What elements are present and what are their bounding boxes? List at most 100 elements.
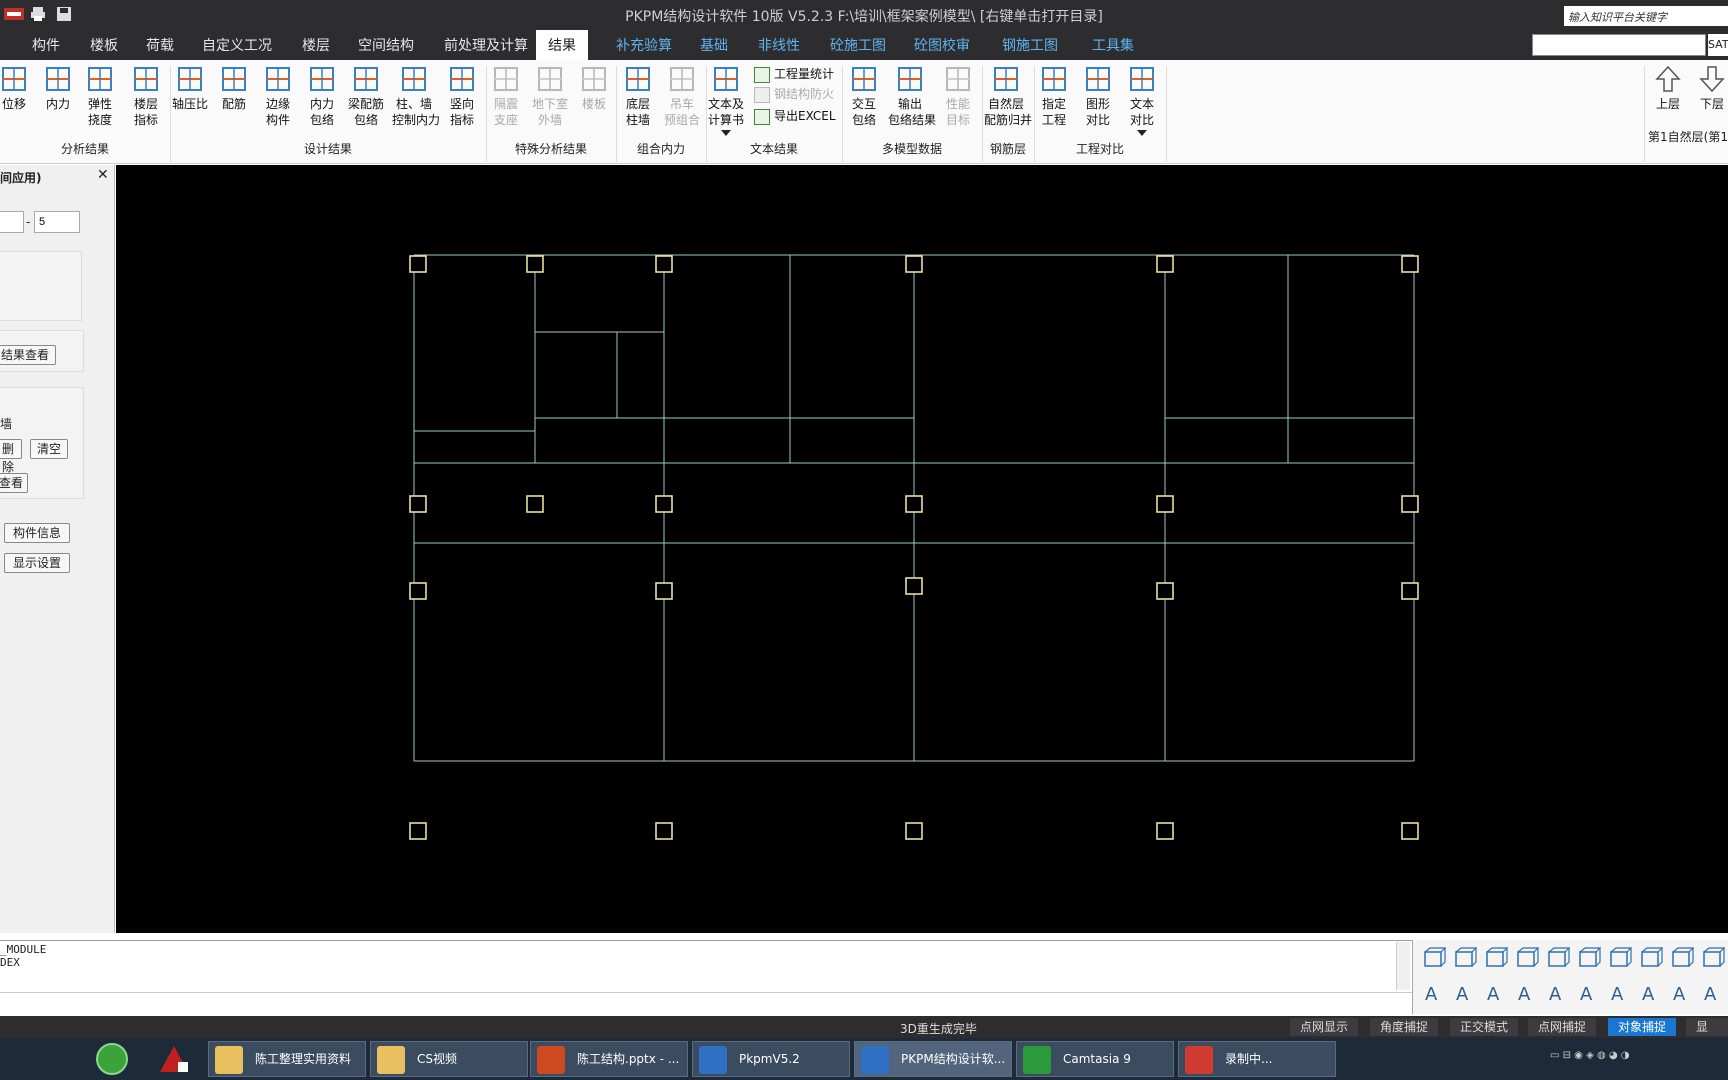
column-node[interactable] [1156,495,1174,513]
list-box[interactable] [0,251,82,321]
ribbon-button-22[interactable]: 图形 对比 [1076,64,1120,128]
ribbon-button-8[interactable]: 梁配筋 包络 [344,64,388,128]
tab-0[interactable]: 构件 [20,30,72,60]
column-node[interactable] [409,255,427,273]
column-node[interactable] [409,495,427,513]
view-tool-icon[interactable]: A [1514,980,1540,1006]
command-input[interactable] [0,992,1412,1008]
tab-14[interactable]: 工具集 [1080,30,1146,60]
ribbon-button-23[interactable]: 文本 对比 [1120,64,1164,128]
status-toggle-0[interactable]: 点网显示 [1290,1018,1359,1036]
tab-9[interactable]: 基础 [688,30,740,60]
view-tool-icon[interactable] [1700,946,1726,972]
column-node[interactable] [1401,582,1419,600]
taskbar-item-3[interactable]: PkpmV5.2 [692,1041,850,1077]
ribbon-button-19[interactable]: 性能 目标 [936,64,980,128]
ribbon-button-1[interactable]: 内力 [36,64,80,112]
ribbon-button-15[interactable]: 吊车 预组合 [660,64,704,128]
display-settings-button[interactable]: 显示设置 [4,553,70,573]
tab-5[interactable]: 空间结构 [346,30,426,60]
column-node[interactable] [1156,582,1174,600]
column-node[interactable] [526,495,544,513]
autocad-icon[interactable] [158,1044,190,1074]
view-tool-icon[interactable]: A [1638,980,1664,1006]
ribbon-button-6[interactable]: 边缘 构件 [256,64,300,128]
tab-1[interactable]: 楼板 [78,30,130,60]
ribbon-button-14[interactable]: 底层 柱墙 [616,64,660,128]
sat-combo[interactable]: SAT [1708,34,1728,56]
start-icon[interactable] [96,1043,128,1075]
dropdown-arrow-icon[interactable] [1137,130,1147,136]
view-tool-icon[interactable]: A [1669,980,1695,1006]
member-info-button[interactable]: 构件信息 [4,523,70,543]
column-node[interactable] [655,255,673,273]
status-toggle-1[interactable]: 角度捕捉 [1370,1018,1439,1036]
close-icon[interactable]: ✕ [97,167,109,183]
tab-10[interactable]: 非线性 [746,30,812,60]
column-node[interactable] [655,582,673,600]
ribbon-button-24[interactable]: 上层 [1646,64,1690,112]
taskbar-item-1[interactable]: CS视频 [370,1041,528,1077]
tab-12[interactable]: 砼图校审 [902,30,982,60]
taskbar-item-0[interactable]: 陈工整理实用资料 [208,1041,366,1077]
ribbon-button-13[interactable]: 楼板 [572,64,616,112]
view-tool-icon[interactable] [1421,946,1447,972]
status-toggle-5[interactable]: 显示叉 [1686,1018,1728,1070]
ribbon-button-25[interactable]: 下层 [1690,64,1728,112]
small-ribbon-button-2[interactable]: 导出EXCEL [754,106,836,126]
taskbar-item-5[interactable]: Camtasia 9 [1016,1041,1174,1077]
ribbon-button-11[interactable]: 隔震 支座 [484,64,528,128]
tab-2[interactable]: 荷载 [134,30,186,60]
view-tool-icon[interactable] [1452,946,1478,972]
tab-11[interactable]: 砼施工图 [818,30,898,60]
column-node[interactable] [655,495,673,513]
small-ribbon-button-1[interactable]: 钢结构防火 [754,84,834,104]
view-tool-icon[interactable] [1576,946,1602,972]
drawing-canvas[interactable] [116,101,1728,933]
column-node[interactable] [409,822,427,840]
ribbon-button-16[interactable]: 文本及 计算书 [704,64,748,128]
column-node[interactable] [1156,255,1174,273]
column-node[interactable] [1156,822,1174,840]
view-tool-icon[interactable]: A [1421,980,1447,1006]
view-tool-icon[interactable]: A [1700,980,1726,1006]
status-toggle-2[interactable]: 正交模式 [1450,1018,1519,1036]
view-tool-icon[interactable]: A [1545,980,1571,1006]
ribbon-button-7[interactable]: 内力 包络 [300,64,344,128]
column-node[interactable] [409,582,427,600]
view-tool-icon[interactable]: A [1452,980,1478,1006]
wall-checkbox-label[interactable]: 墙 [0,415,12,432]
range-from-input[interactable] [0,211,24,233]
ribbon-button-4[interactable]: 轴压比 [168,64,212,112]
column-node[interactable] [905,577,923,595]
view-tool-icon[interactable] [1514,946,1540,972]
command-scrollbar[interactable] [1396,942,1410,990]
ribbon-button-0[interactable]: 位移 [0,64,36,112]
ribbon-button-3[interactable]: 楼层 指标 [124,64,168,128]
dropdown-arrow-icon[interactable] [721,130,731,136]
tab-13[interactable]: 钢施工图 [990,30,1070,60]
column-node[interactable] [526,255,544,273]
tab-7[interactable]: 结果 [536,30,588,60]
floor-plan[interactable] [116,101,1728,933]
column-node[interactable] [1401,495,1419,513]
tab-8[interactable]: 补充验算 [604,30,684,60]
view-tool-icon[interactable] [1669,946,1695,972]
view-tool-icon[interactable] [1607,946,1633,972]
tab-6[interactable]: 前处理及计算 [432,30,540,60]
ribbon-button-10[interactable]: 竖向 指标 [440,64,484,128]
ribbon-button-17[interactable]: 交互 包络 [842,64,886,128]
ribbon-button-20[interactable]: 自然层 配筋归并 [984,64,1032,128]
column-node[interactable] [905,495,923,513]
column-node[interactable] [1401,255,1419,273]
knowledge-search-input[interactable]: 输入知识平台关键字 [1564,6,1728,26]
tab-3[interactable]: 自定义工况 [190,30,284,60]
view-tool-icon[interactable] [1545,946,1571,972]
ribbon-button-2[interactable]: 弹性 挠度 [78,64,122,128]
status-toggle-3[interactable]: 点网捕捉 [1528,1018,1597,1036]
delete-button[interactable]: 删除 [0,439,22,474]
result-view-button[interactable]: 结果查看 [0,345,56,365]
small-ribbon-button-0[interactable]: 工程量统计 [754,64,834,84]
view-tool-icon[interactable]: A [1607,980,1633,1006]
range-to-input[interactable] [34,211,80,233]
